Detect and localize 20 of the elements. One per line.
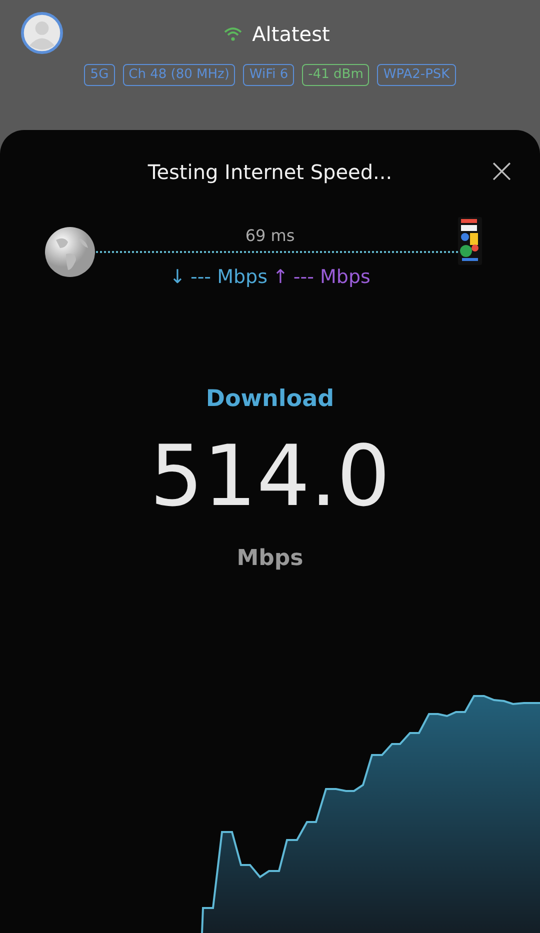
download-rate: --- Mbps [190,266,268,288]
globe-icon [44,226,96,278]
avatar-icon[interactable] [21,12,63,54]
speed-value: 514.0 [148,428,392,524]
phone-icon [458,217,482,265]
network-tag: 5G [84,64,115,86]
network-tag: -41 dBm [302,64,370,86]
ping-text: 69 ms [245,226,295,245]
speed-unit: Mbps [236,546,304,571]
close-button[interactable]: × [484,154,520,188]
network-tag: WiFi 6 [243,64,294,86]
upload-arrow: ↑ [272,266,288,288]
download-arrow: ↓ [170,266,186,288]
test-phase: Download [204,386,336,412]
network-tag: Ch 48 (80 MHz) [122,64,236,86]
wifi-icon [224,27,242,41]
dialog-title: Testing Internet Speed... [148,160,392,186]
network-name: Altatest [252,22,330,46]
network-tag: WPA2-PSK [377,64,456,86]
upload-rate: --- Mbps [293,266,370,288]
